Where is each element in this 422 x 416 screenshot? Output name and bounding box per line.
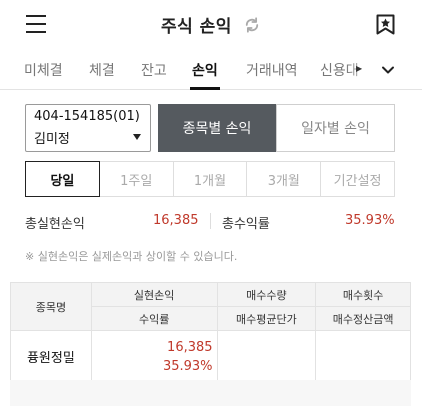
- page-title: 주식 손익: [160, 17, 232, 37]
- title-wrap: 주식 손익: [0, 12, 422, 37]
- dropdown-caret-icon: [133, 134, 141, 140]
- period-selector: 당일 1주일 1개월 3개월 기간설정: [25, 161, 395, 197]
- total-realized-label: 총실현손익: [25, 217, 85, 232]
- scroll-right-arrow-icon[interactable]: ▶: [356, 64, 362, 73]
- period-today-button[interactable]: 당일: [25, 161, 100, 197]
- row-buy-cell: [216, 330, 317, 383]
- active-tab-indicator: [190, 87, 220, 90]
- row-stock-name: 퓽원정밀: [10, 330, 92, 383]
- period-3month-button[interactable]: 3개월: [247, 161, 322, 197]
- account-number: 404-154185(01): [34, 109, 140, 124]
- profit-table: 종목명 실현손익 매수수량 매수횟수 수익률 매수평균단가 매수정산금액 퓽원정…: [10, 282, 411, 383]
- disclaimer-note: ※ 실현손익은 실제손익과 상이할 수 있습니다.: [25, 250, 238, 263]
- header-buy-count[interactable]: 매수횟수: [315, 282, 411, 307]
- row-profit-cell: 16,385 35.93%: [90, 330, 218, 383]
- header-buy-settle-amount[interactable]: 매수정산금액: [315, 306, 411, 331]
- tab-transactions[interactable]: 거래내역: [246, 60, 298, 80]
- header-buy-avg-price[interactable]: 매수평균단가: [216, 306, 317, 331]
- table-footer-bar: [10, 380, 411, 406]
- header-stock-name[interactable]: 종목명: [10, 282, 92, 331]
- header-realized[interactable]: 실현손익: [90, 282, 218, 307]
- total-realized-value: 16,385: [153, 213, 199, 228]
- total-return-value: 35.93%: [345, 213, 395, 228]
- chevron-down-icon[interactable]: [380, 62, 396, 78]
- account-selector[interactable]: 404-154185(01) 김미정: [25, 104, 151, 152]
- by-stock-profit-button[interactable]: 종목별 손익: [158, 104, 276, 152]
- period-1month-button[interactable]: 1개월: [173, 161, 248, 197]
- summary-divider: [210, 213, 211, 229]
- table-row[interactable]: 퓽원정밀 16,385 35.93%: [10, 330, 411, 383]
- row-count-cell: [315, 330, 411, 383]
- header-return-rate[interactable]: 수익률: [90, 306, 218, 331]
- bookmark-star-icon[interactable]: [376, 14, 395, 35]
- header-buy-qty[interactable]: 매수수량: [216, 282, 317, 307]
- row-realized-value: 16,385: [167, 339, 213, 355]
- tab-profit-loss[interactable]: 손익: [192, 60, 218, 80]
- account-holder-name: 김미정: [34, 132, 70, 147]
- period-1week-button[interactable]: 1주일: [99, 161, 174, 197]
- tab-balance[interactable]: 잔고: [141, 60, 167, 80]
- tab-filled[interactable]: 체결: [89, 60, 115, 80]
- period-custom-button[interactable]: 기간설정: [321, 161, 395, 197]
- refresh-icon[interactable]: [243, 16, 261, 34]
- app-header: 주식 손익: [0, 0, 422, 50]
- total-return-label: 총수익률: [222, 217, 270, 232]
- tab-unfilled[interactable]: 미체결: [24, 60, 63, 80]
- tab-bar: 미체결 체결 잔고 손익 거래내역 신용대 ▶: [0, 50, 422, 90]
- by-date-profit-button[interactable]: 일자별 손익: [276, 104, 395, 152]
- row-return-rate-value: 35.93%: [162, 358, 213, 374]
